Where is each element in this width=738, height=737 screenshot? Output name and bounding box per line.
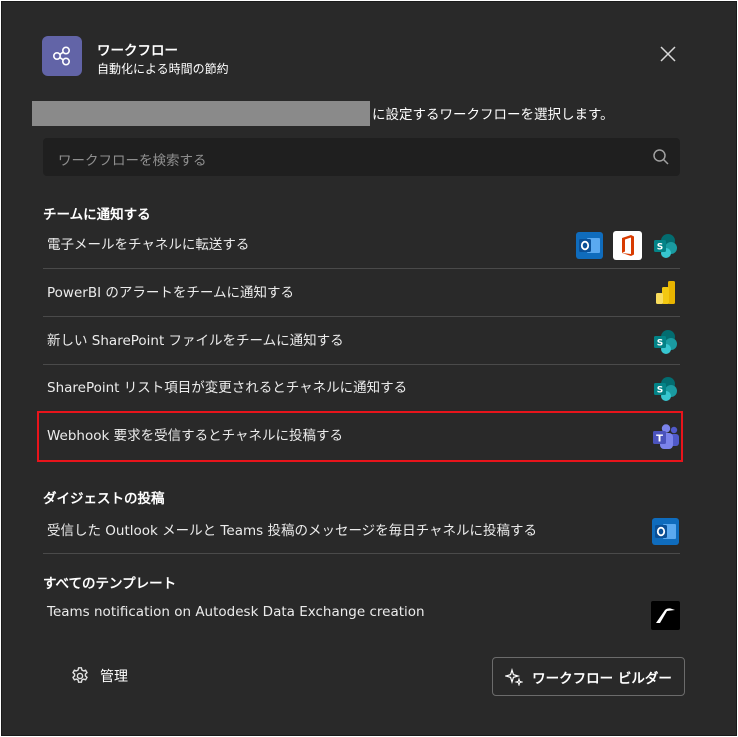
close-button[interactable] (654, 40, 682, 68)
autodesk-icon (651, 601, 680, 630)
outlook-icon (575, 231, 604, 260)
workflow-item-label: SharePoint リスト項目が変更されるとチャネルに通知する (47, 380, 408, 396)
workflow-item-label: 受信した Outlook メールと Teams 投稿のメッセージを毎日チャネルに… (47, 523, 538, 539)
description-text: に設定するワークフローを選択します。 (372, 107, 614, 123)
sharepoint-icon: S (651, 231, 680, 260)
dialog-title: ワークフロー (97, 43, 178, 59)
workflow-item[interactable]: SharePoint リスト項目が変更されるとチャネルに通知する S (43, 365, 680, 413)
sharepoint-icon: S (651, 327, 680, 356)
workflow-icon (42, 36, 82, 76)
office-icon (613, 231, 642, 260)
workflow-item-label: PowerBI のアラートをチームに通知する (47, 285, 294, 301)
workflow-builder-label: ワークフロー ビルダー (532, 670, 672, 687)
section-title-digest: ダイジェストの投稿 (43, 491, 165, 507)
manage-label: 管理 (100, 669, 128, 685)
workflow-item-label: 電子メールをチャネルに転送する (47, 237, 250, 253)
gear-icon (72, 667, 88, 683)
close-icon (660, 46, 676, 62)
sharepoint-icon: S (651, 374, 680, 403)
description: に設定するワークフローを選択します。 (32, 100, 614, 126)
workflow-item[interactable]: 電子メールをチャネルに転送する S (43, 225, 680, 269)
sparkle-icon (505, 667, 524, 686)
search-placeholder: ワークフローを検索する (58, 153, 207, 169)
search-input[interactable]: ワークフローを検索する (43, 138, 680, 176)
divider (43, 553, 680, 554)
workflow-item[interactable]: 新しい SharePoint ファイルをチームに通知する S (43, 317, 680, 365)
redacted-channel-name (32, 100, 370, 126)
dialog-subtitle: 自動化による時間の節約 (97, 62, 229, 76)
highlight-box (37, 411, 683, 462)
workflow-item[interactable]: PowerBI のアラートをチームに通知する (43, 269, 680, 317)
workflow-item-label: 新しい SharePoint ファイルをチームに通知する (47, 333, 344, 349)
manage-button[interactable]: 管理 (70, 666, 128, 686)
powerbi-icon (651, 278, 680, 307)
workflows-dialog: ワークフロー 自動化による時間の節約 に設定するワークフローを選択します。 ワー… (1, 1, 737, 736)
section-title-notify-team: チームに通知する (43, 207, 151, 223)
workflow-item-label: Teams notification on Autodesk Data Exch… (47, 604, 425, 620)
search-icon[interactable] (652, 148, 670, 166)
section-title-all-templates: すべてのテンプレート (43, 576, 177, 592)
svg-text:S: S (657, 243, 663, 253)
workflow-item[interactable]: Teams notification on Autodesk Data Exch… (43, 595, 680, 637)
outlook-icon (651, 517, 680, 546)
workflow-item[interactable]: 受信した Outlook メールと Teams 投稿のメッセージを毎日チャネルに… (43, 509, 680, 554)
workflow-builder-button[interactable]: ワークフロー ビルダー (492, 657, 685, 696)
svg-text:S: S (657, 339, 663, 349)
svg-text:S: S (657, 386, 663, 396)
